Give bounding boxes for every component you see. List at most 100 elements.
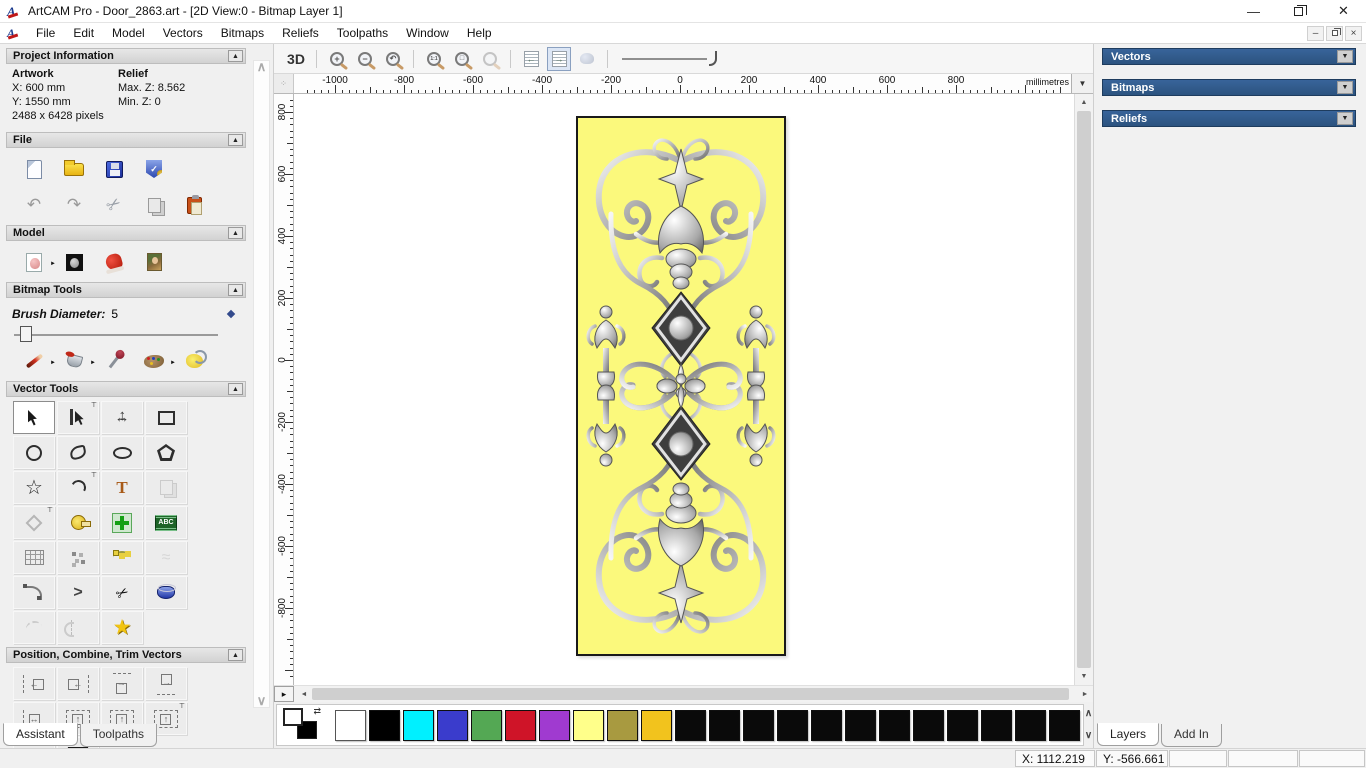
smooth-curve-button[interactable] [13,611,55,644]
colour-swatch-19[interactable] [981,709,1012,741]
colour-palette-button[interactable]: ► [134,346,176,376]
colour-swatch-6[interactable] [539,709,570,741]
create-circle-button[interactable] [13,436,55,469]
colour-swatch-5[interactable] [505,709,536,741]
colour-swatch-4[interactable] [471,709,502,741]
block-paste-button[interactable] [57,541,99,574]
colour-swatch-0[interactable] [335,709,366,741]
collapse-button[interactable]: ▲ [228,649,243,661]
expand-vectors-icon[interactable]: ▼ [1337,50,1353,63]
flip-panel-button[interactable]: ▸ [274,686,294,702]
previous-bitmap-layer-button[interactable] [519,47,543,71]
greyscale-view-button[interactable] [54,247,94,277]
save-model-button[interactable] [94,154,134,184]
collapse-button[interactable]: ▲ [228,383,243,395]
mdi-minimize-icon[interactable]: – [1307,25,1324,41]
zoom-to-selection-button[interactable] [478,47,502,71]
colour-swatch-20[interactable] [1015,709,1046,741]
tab-add-in[interactable]: Add In [1161,724,1222,747]
zoom-in-button[interactable] [325,47,349,71]
collapse-button[interactable]: ▲ [228,284,243,296]
toggle-3d-view-button[interactable]: 3D [284,47,308,71]
colour-swatch-11[interactable] [709,709,740,741]
colour-swatch-1[interactable] [369,709,400,741]
paste-button[interactable] [174,190,214,220]
envelope-distort-button[interactable] [13,541,55,574]
colour-swatch-13[interactable] [777,709,808,741]
tab-layers[interactable]: Layers [1097,723,1160,746]
fit-arcs-to-vector-button[interactable] [101,541,143,574]
slider-handle[interactable] [20,326,32,342]
next-bitmap-layer-button[interactable] [547,46,571,71]
export-model-button[interactable]: ✓ [134,154,174,184]
menu-help[interactable]: Help [458,24,501,42]
offset-vector-button[interactable]: ⊤ [13,506,55,539]
undo-button[interactable]: ↶ [14,190,54,220]
vertical-scrollbar[interactable]: ▲ ▼ [1074,94,1093,685]
expand-reliefs-icon[interactable]: ▼ [1337,112,1353,125]
create-polygon-button[interactable] [145,436,187,469]
collapse-button[interactable]: ▲ [228,134,243,146]
toggle-bitmap-visibility-button[interactable] [575,47,599,71]
block-copy-button[interactable] [101,506,143,539]
select-vectors-button[interactable] [13,401,55,434]
vectors-header[interactable]: Vectors ▼ [1102,48,1356,65]
colour-swatch-18[interactable] [947,709,978,741]
tab-toolpaths[interactable]: Toolpaths [79,724,158,747]
brush-diameter-slider[interactable] [4,321,248,343]
text-in-a-box-button[interactable] [145,471,187,504]
colour-swatch-15[interactable] [845,709,876,741]
ruler-units-dropdown[interactable]: ▼ [1071,74,1093,93]
cut-button[interactable]: ✂ [94,190,134,220]
tab-assistant[interactable]: Assistant [3,723,78,746]
mdi-restore-icon[interactable] [1326,25,1343,41]
door-relief-artwork[interactable] [576,116,786,656]
wrap-vectors-button[interactable]: ★ [101,611,143,644]
colour-swatch-17[interactable] [913,709,944,741]
colour-swatch-16[interactable] [879,709,910,741]
open-model-button[interactable] [54,154,94,184]
colour-swatch-7[interactable] [573,709,604,741]
scroll-left-arrow-icon[interactable]: ◄ [296,686,312,702]
collapse-button[interactable]: ▲ [228,227,243,239]
measure-tool-button[interactable] [57,506,99,539]
pick-colour-button[interactable] [94,346,134,376]
colour-swatch-3[interactable] [437,709,468,741]
colour-swatch-9[interactable] [641,709,672,741]
zoom-previous-button[interactable] [381,47,405,71]
horizontal-scroll-thumb[interactable] [312,688,1069,700]
colour-swatch-21[interactable] [1049,709,1080,741]
colour-swatch-8[interactable] [607,709,638,741]
mirror-vectors-button[interactable] [57,611,99,644]
paint-brush-button[interactable]: ► [14,346,56,376]
palette-scroll-up-icon[interactable]: ∧ [1085,708,1092,720]
restore-icon[interactable] [1276,0,1321,22]
create-polyline-button[interactable] [57,436,99,469]
fit-curve-to-points-button[interactable] [13,576,55,609]
zoom-to-fit-button[interactable] [450,47,474,71]
align-right-edge-button[interactable]: → [57,667,99,700]
scroll-right-arrow-icon[interactable]: ► [1077,686,1093,702]
primary-secondary-colour-chip[interactable]: ⇄ [281,706,323,743]
paste-text-along-curve-button[interactable]: ABC [145,506,187,539]
align-left-edge-button[interactable]: ← [13,667,55,700]
create-star-button[interactable]: ☆ [13,471,55,504]
colour-swatch-14[interactable] [811,709,842,741]
zoom-out-button[interactable] [353,47,377,71]
load-image-button[interactable] [134,247,174,277]
align-bottom-edge-button[interactable]: ↓ [145,667,187,700]
palette-scroll-down-icon[interactable]: ∨ [1085,730,1092,742]
redo-button[interactable]: ↷ [54,190,94,220]
colour-swatch-10[interactable] [675,709,706,741]
reliefs-header[interactable]: Reliefs ▼ [1102,110,1356,127]
texture-brush-button[interactable] [174,346,214,376]
close-icon[interactable]: ✕ [1321,0,1366,22]
lighting-and-material-button[interactable] [94,247,134,277]
scroll-up-icon[interactable]: ∧ [257,60,267,73]
mdi-close-icon[interactable]: × [1345,25,1362,41]
menu-vectors[interactable]: Vectors [154,24,212,42]
menu-edit[interactable]: Edit [64,24,103,42]
menu-window[interactable]: Window [397,24,458,42]
zoom-1-to-1-button[interactable] [422,47,446,71]
horizontal-scrollbar[interactable]: ◄ ► [296,686,1093,702]
